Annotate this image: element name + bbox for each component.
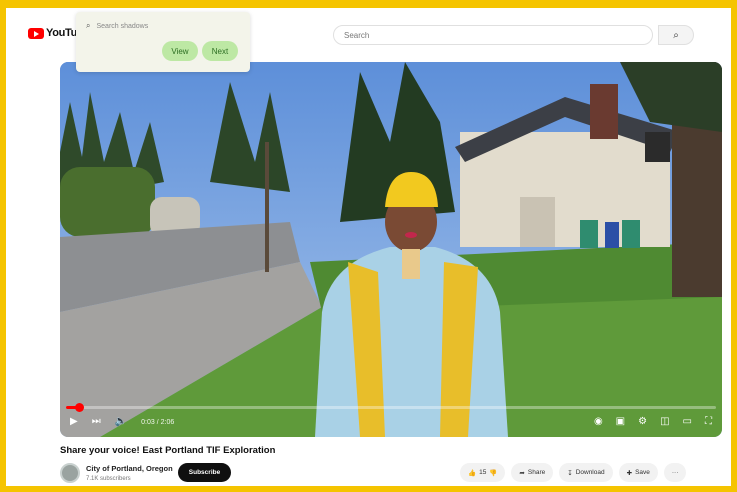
autoplay-toggle-icon[interactable]: ◉ (594, 417, 603, 427)
download-button[interactable]: ↧ Download (559, 463, 613, 482)
captions-icon[interactable]: ▣ (616, 417, 625, 427)
search-icon: ⌕ (673, 29, 679, 41)
miniplayer-icon[interactable]: ◫ (660, 417, 669, 427)
like-button[interactable]: 👍 15 👎 (460, 463, 506, 482)
extension-popup: ⌕ Search shadows View Next (76, 12, 250, 72)
video-title: Share your voice! East Portland TIF Expl… (60, 445, 276, 456)
save-icon: ✚ (626, 469, 633, 477)
subscribe-button[interactable]: Subscribe (178, 463, 231, 482)
fullscreen-icon[interactable]: ⛶ (705, 417, 712, 427)
search-button[interactable]: ⌕ (658, 25, 694, 45)
play-icon[interactable]: ▶ (70, 417, 78, 427)
search-icon: ⌕ (86, 21, 91, 30)
youtube-logo-icon (28, 27, 44, 39)
time-display: 0:03 / 2:06 (141, 418, 175, 426)
download-icon: ↧ (567, 469, 573, 477)
player-controls: ▶ ⏭ 🔈 0:03 / 2:06 ◉ ▣ ⚙ ◫ ▭ ⛶ (60, 407, 722, 437)
thumbs-down-icon[interactable]: 👎 (489, 469, 497, 477)
next-button[interactable]: Next (202, 41, 238, 61)
channel-name[interactable]: City of Portland, Oregon (86, 464, 173, 473)
share-label: Share (527, 469, 546, 476)
theater-mode-icon[interactable]: ▭ (683, 417, 692, 427)
action-bar: 👍 15 👎 ➦ Share ↧ Download ✚ Save ··· (460, 463, 687, 482)
like-count: 15 (479, 469, 487, 476)
settings-gear-icon[interactable]: ⚙ (638, 417, 647, 427)
next-icon[interactable]: ⏭ (92, 417, 101, 427)
subscriber-count: 7.1K subscribers (86, 476, 131, 482)
save-button[interactable]: ✚ Save (618, 463, 658, 482)
search-input[interactable]: Search (333, 25, 653, 45)
download-label: Download (575, 469, 605, 476)
share-button[interactable]: ➦ Share (511, 463, 554, 482)
volume-icon[interactable]: 🔈 (115, 417, 127, 427)
thumbs-up-icon: 👍 (468, 469, 477, 477)
popup-search-row[interactable]: ⌕ Search shadows (86, 21, 148, 31)
channel-avatar[interactable] (60, 463, 80, 483)
video-player[interactable]: ▶ ⏭ 🔈 0:03 / 2:06 ◉ ▣ ⚙ ◫ ▭ ⛶ (60, 62, 722, 437)
more-button[interactable]: ··· (663, 463, 687, 482)
share-icon: ➦ (519, 469, 525, 477)
save-label: Save (635, 469, 650, 476)
view-button[interactable]: View (162, 41, 198, 61)
popup-search-text: Search shadows (96, 22, 149, 30)
video-frame-image (60, 62, 722, 437)
